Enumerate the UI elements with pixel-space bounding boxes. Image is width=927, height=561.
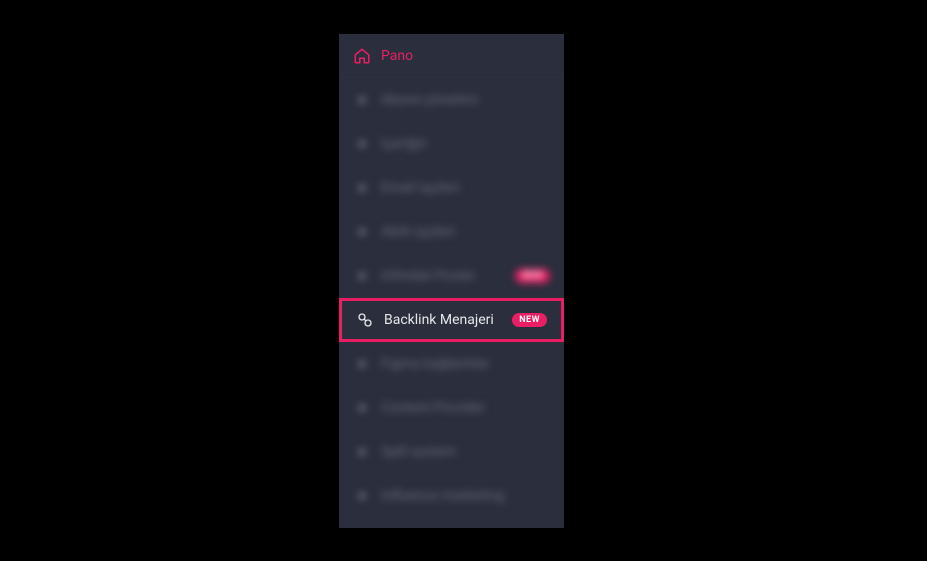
dot-icon bbox=[353, 179, 371, 197]
sidebar-item-blurred[interactable]: Influence marketing › bbox=[339, 474, 564, 518]
new-badge: NEW bbox=[512, 313, 547, 327]
sidebar-item-label: Influence marketing bbox=[381, 488, 541, 504]
sidebar-item-label: Akıllı işçileri bbox=[381, 224, 541, 240]
sidebar-item-blurred[interactable]: Content Provider › bbox=[339, 386, 564, 430]
sidebar-item-blurred[interactable]: Email işçileri › bbox=[339, 166, 564, 210]
sidebar-item-label: Email işçileri bbox=[381, 180, 541, 196]
sidebar-item-blurred[interactable]: Akıllı işçileri › bbox=[339, 210, 564, 254]
sidebar-item-label: Content Provider bbox=[381, 400, 541, 416]
sidebar-item-label: Içeriğin bbox=[381, 136, 541, 152]
sidebar-item-blurred[interactable]: Figma bağlantılar › bbox=[339, 342, 564, 386]
sidebar-item-blurred[interactable]: Içeriğin › bbox=[339, 122, 564, 166]
sidebar-item-blurred[interactable]: Abone yönetimi bbox=[339, 78, 564, 122]
sidebar-item-pano[interactable]: Pano bbox=[339, 34, 564, 78]
new-badge: NEW bbox=[515, 269, 550, 283]
sidebar-item-label: Backlink Menajeri bbox=[384, 312, 512, 328]
sidebar-item-blurred[interactable]: Spill system bbox=[339, 430, 564, 474]
chevron-right-icon: › bbox=[547, 489, 550, 502]
link-icon bbox=[356, 311, 374, 329]
dot-icon bbox=[353, 91, 371, 109]
dot-icon bbox=[353, 135, 371, 153]
dot-icon bbox=[353, 443, 371, 461]
dot-icon bbox=[353, 487, 371, 505]
chevron-right-icon: › bbox=[547, 225, 550, 238]
sidebar-item-label: Infinidat Poster bbox=[381, 268, 515, 284]
sidebar-item-label: Pano bbox=[381, 48, 550, 64]
dot-icon bbox=[353, 267, 371, 285]
sidebar-item-label: Abone yönetimi bbox=[381, 92, 550, 108]
dot-icon bbox=[353, 355, 371, 373]
sidebar-item-label: Spill system bbox=[381, 444, 550, 460]
chevron-right-icon: › bbox=[547, 401, 550, 414]
sidebar-item-backlink-manager[interactable]: Backlink Menajeri NEW bbox=[339, 298, 564, 342]
sidebar: Pano Abone yönetimi Içeriğin › Email işç… bbox=[339, 34, 564, 528]
chevron-right-icon: › bbox=[547, 137, 550, 150]
dot-icon bbox=[353, 223, 371, 241]
chevron-right-icon: › bbox=[547, 357, 550, 370]
chevron-right-icon: › bbox=[547, 181, 550, 194]
home-icon bbox=[353, 47, 371, 65]
sidebar-item-blurred[interactable]: Infinidat Poster NEW bbox=[339, 254, 564, 298]
dot-icon bbox=[353, 399, 371, 417]
sidebar-item-label: Figma bağlantılar bbox=[381, 356, 541, 372]
